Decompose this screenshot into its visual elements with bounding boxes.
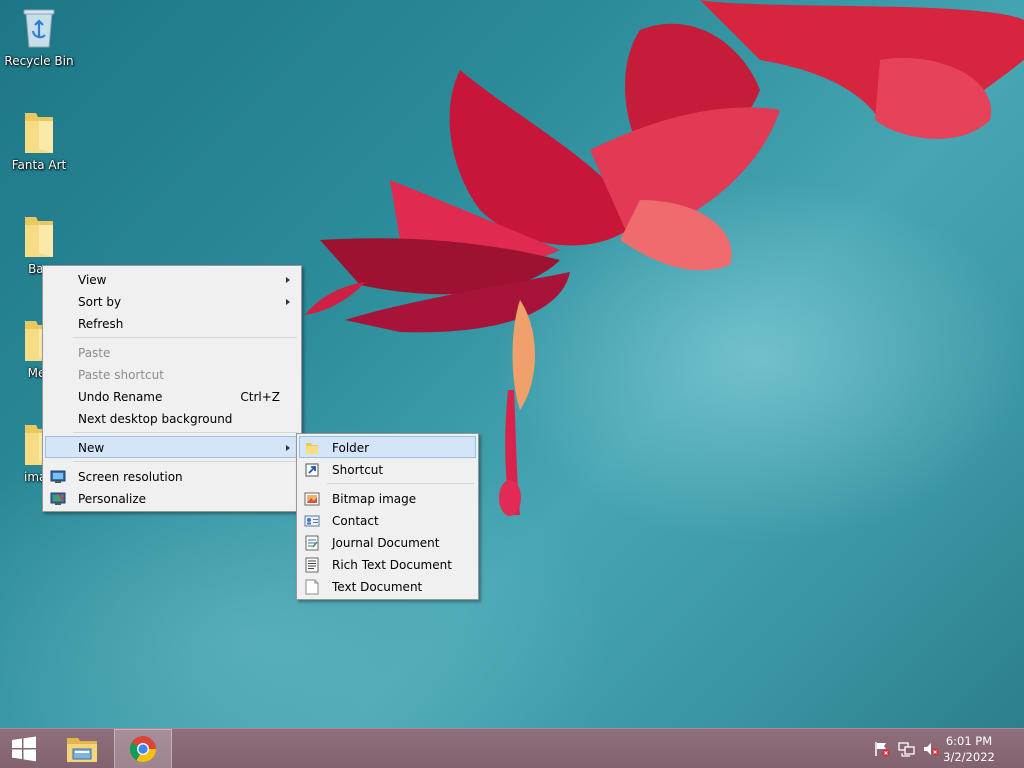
- menu-item-label: Screen resolution: [78, 470, 183, 484]
- folder-icon: [19, 110, 59, 154]
- screen-resolution-icon: [50, 470, 66, 483]
- new-submenu: Folder Shortcut Bitmap image Contact Jou…: [296, 433, 479, 600]
- contact-icon: [304, 515, 320, 527]
- clock-time: 6:01 PM: [945, 734, 993, 748]
- menu-item-label: Refresh: [78, 317, 124, 331]
- menu-item-refresh[interactable]: Refresh: [45, 312, 299, 334]
- menu-item-new-bitmap-image[interactable]: Bitmap image: [299, 487, 476, 509]
- taskbar-file-explorer-button[interactable]: [56, 729, 108, 768]
- menu-item-new-contact[interactable]: Contact: [299, 509, 476, 531]
- menu-item-label: Paste shortcut: [78, 368, 164, 382]
- menu-item-screen-resolution[interactable]: Screen resolution: [45, 465, 299, 487]
- folder-icon: [19, 214, 59, 258]
- journal-document-icon: [305, 535, 319, 551]
- menu-item-sort-by[interactable]: Sort by: [45, 290, 299, 312]
- menu-item-paste[interactable]: Paste: [45, 341, 299, 363]
- menu-item-label: View: [78, 273, 107, 287]
- menu-item-view[interactable]: View: [45, 268, 299, 290]
- menu-separator: [327, 483, 474, 484]
- menu-item-new-rich-text-document[interactable]: Rich Text Document: [299, 553, 476, 575]
- menu-item-label: Shortcut: [332, 463, 384, 477]
- file-explorer-icon: [67, 738, 97, 762]
- submenu-arrow-icon: [286, 277, 290, 283]
- menu-item-next-desktop-background[interactable]: Next desktop background: [45, 407, 299, 429]
- desktop-icon-label: Fanta Art: [11, 158, 67, 172]
- start-button[interactable]: [0, 729, 48, 768]
- network-icon[interactable]: [898, 741, 916, 757]
- menu-item-new-text-document[interactable]: Text Document: [299, 575, 476, 597]
- menu-item-label: Contact: [332, 514, 379, 528]
- start-windows-icon: [12, 736, 36, 762]
- personalize-icon: [50, 492, 66, 505]
- bitmap-image-icon: [304, 492, 320, 506]
- desktop-icon-recycle-bin[interactable]: Recycle Bin: [4, 6, 74, 68]
- menu-item-label: New: [78, 441, 105, 455]
- action-center-flag-icon[interactable]: [873, 741, 891, 757]
- menu-item-label: Next desktop background: [78, 412, 233, 426]
- menu-item-label: Bitmap image: [332, 492, 417, 506]
- desktop-icon-label: Recycle Bin: [4, 54, 74, 68]
- menu-item-label: Personalize: [78, 492, 147, 506]
- menu-item-undo-rename[interactable]: Undo Rename Ctrl+Z: [45, 385, 299, 407]
- submenu-arrow-icon: [286, 445, 290, 451]
- menu-item-label: Undo Rename: [78, 390, 163, 404]
- submenu-arrow-icon: [286, 299, 290, 305]
- menu-separator: [73, 337, 297, 338]
- text-document-icon: [305, 579, 319, 595]
- taskbar-clock[interactable]: 6:01 PM 3/2/2022: [934, 733, 1004, 765]
- desktop-context-menu: View Sort by Refresh Paste Paste shortcu…: [42, 265, 302, 512]
- menu-item-label: Text Document: [332, 580, 423, 594]
- recycle-bin-icon: [19, 6, 59, 50]
- menu-item-personalize[interactable]: Personalize: [45, 487, 299, 509]
- menu-item-new-shortcut[interactable]: Shortcut: [299, 458, 476, 480]
- clock-date: 3/2/2022: [943, 750, 995, 764]
- taskbar-chrome-button[interactable]: [114, 729, 172, 768]
- menu-item-label: Paste: [78, 346, 111, 360]
- menu-item-label: Sort by: [78, 295, 122, 309]
- menu-separator: [73, 461, 297, 462]
- taskbar: 6:01 PM 3/2/2022: [0, 728, 1024, 768]
- menu-item-new-folder[interactable]: Folder: [299, 436, 476, 458]
- folder-icon: [306, 443, 318, 454]
- menu-item-paste-shortcut[interactable]: Paste shortcut: [45, 363, 299, 385]
- menu-separator: [73, 432, 297, 433]
- shortcut-icon: [305, 463, 319, 477]
- menu-item-new[interactable]: New: [45, 436, 299, 458]
- rich-text-document-icon: [305, 557, 319, 573]
- menu-item-label: Journal Document: [332, 536, 440, 550]
- menu-item-label: Rich Text Document: [332, 558, 452, 572]
- keyboard-shortcut-label: Ctrl+Z: [240, 390, 280, 404]
- menu-item-label: Folder: [332, 441, 370, 455]
- chrome-icon: [129, 736, 157, 763]
- desktop-icon-fanta-art[interactable]: Fanta Art: [4, 110, 74, 172]
- menu-item-new-journal-document[interactable]: Journal Document: [299, 531, 476, 553]
